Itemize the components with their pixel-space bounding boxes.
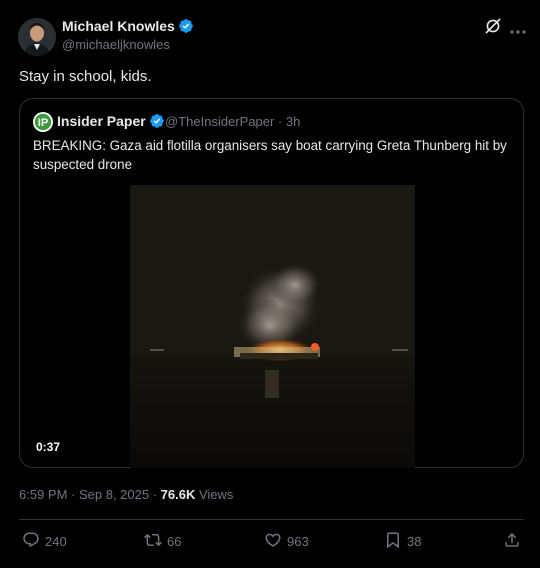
share-icon (503, 531, 521, 552)
quoted-text: BREAKING: Gaza aid flotilla organisers s… (33, 138, 507, 172)
author-handle[interactable]: @michaeljknowles (62, 37, 170, 52)
grok-icon[interactable] (484, 17, 502, 35)
like-icon (264, 531, 282, 552)
bookmark-button[interactable]: 38 (384, 530, 421, 552)
reply-icon (22, 531, 40, 552)
author-name[interactable]: Michael Knowles (62, 18, 194, 37)
reply-count: 240 (45, 533, 67, 549)
views-count: 76.6K (160, 487, 196, 502)
views-label: Views (195, 487, 234, 502)
repost-icon (144, 531, 162, 552)
quoted-author-avatar[interactable]: IP (33, 112, 53, 132)
author-avatar[interactable] (18, 18, 56, 56)
bookmark-count: 38 (407, 533, 422, 549)
divider (19, 519, 524, 520)
tweet-text: Stay in school, kids. (19, 68, 152, 85)
quoted-meta: @TheInsiderPaper · 3h (165, 114, 301, 129)
svg-text:IP: IP (38, 117, 48, 129)
like-count: 963 (287, 533, 309, 549)
video-thumbnail[interactable] (130, 185, 415, 468)
verified-badge-icon (149, 113, 165, 132)
quoted-author-name[interactable]: Insider Paper (57, 113, 165, 132)
quoted-author-handle[interactable]: @TheInsiderPaper (165, 114, 274, 129)
post-timestamp: 6:59 PM · Sep 8, 2025 · 76.6K Views (19, 487, 233, 502)
like-button[interactable]: 963 (264, 530, 309, 552)
bookmark-icon (384, 531, 402, 552)
repost-count: 66 (167, 533, 182, 549)
verified-badge-icon (178, 18, 194, 37)
video-duration: 0:37 (30, 438, 67, 456)
reply-button[interactable]: 240 (22, 530, 67, 552)
share-button[interactable] (503, 530, 521, 552)
quoted-time[interactable]: 3h (286, 114, 300, 129)
post-date[interactable]: 6:59 PM · Sep 8, 2025 · (19, 487, 161, 502)
repost-button[interactable]: 66 (144, 530, 181, 552)
more-icon[interactable] (510, 22, 526, 34)
